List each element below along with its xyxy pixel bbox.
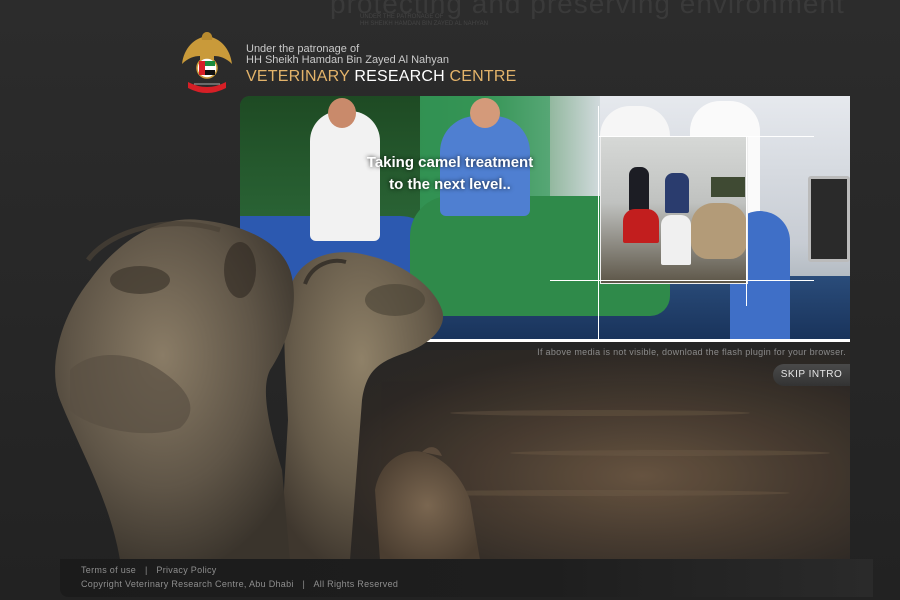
flash-plugin-note: If above media is not visible, download … [537,347,846,357]
terms-of-use-link[interactable]: Terms of use [81,565,136,575]
footer-links: Terms of use | Privacy Policy [81,565,217,575]
banner-caption-line2: to the next level.. [389,176,511,193]
centre-name-word3: CENTRE [449,68,517,85]
centre-name-word2: RESEARCH [354,68,445,85]
frame-line [598,106,599,342]
copyright-text: Copyright Veterinary Research Centre, Ab… [81,579,398,589]
uae-emblem-icon [180,30,234,98]
copyright-separator: | [302,579,306,589]
centre-name: VETERINARY RESEARCH CENTRE [246,68,516,86]
privacy-policy-link[interactable]: Privacy Policy [156,565,216,575]
page-stage: protecting and preserving environment UN… [0,0,900,600]
centre-name-word1: VETERINARY [246,68,350,85]
banner-caption-line1: Taking camel treatment [366,154,534,171]
frame-line [746,136,747,306]
top-slogan-sub-line2: HH SHEIKH HAMDAN BIN ZAYED AL NAHYAN [360,21,488,27]
top-slogan-sub: UNDER THE PATRONAGE OF HH SHEIKH HAMDAN … [360,14,488,28]
banner-caption: Taking camel treatment to the next level… [340,152,560,196]
camel-treatment-photo [600,136,748,284]
footer-separator: | [144,565,148,575]
copyright-owner: Copyright Veterinary Research Centre, Ab… [81,579,294,589]
footer: Terms of use | Privacy Policy Copyright … [60,559,873,597]
skip-intro-button[interactable]: SKIP INTRO [773,364,850,386]
frame-line [598,136,814,137]
frame-line [550,280,814,281]
patronage-line2: HH Sheikh Hamdan Bin Zayed Al Nahyan [246,54,449,66]
copyright-rights: All Rights Reserved [313,579,399,589]
top-slogan-sub-line1: UNDER THE PATRONAGE OF [360,14,444,20]
camels-illustration [55,219,480,560]
